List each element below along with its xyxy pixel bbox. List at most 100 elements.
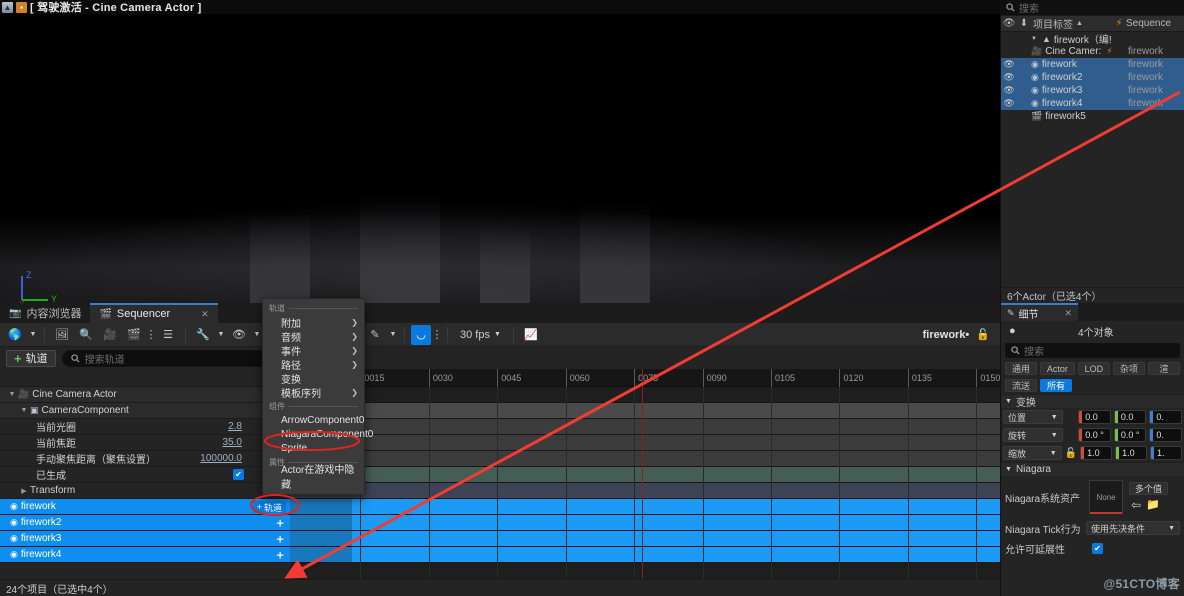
outliner-row[interactable]: ▼ ▲ firework（编! <box>1001 32 1184 47</box>
key-interp-icon[interactable]: ✎ <box>364 325 386 345</box>
transform-field-nz[interactable]: 0. <box>1149 410 1182 424</box>
outliner-row[interactable]: 👁 ◉ firework firework <box>1001 58 1184 71</box>
context-item-Sprite[interactable]: Sprite <box>263 441 364 455</box>
details-search-input[interactable]: 搜索 <box>1005 343 1180 358</box>
scalability-checkbox[interactable]: ✔ <box>1092 542 1103 554</box>
timeline-row[interactable] <box>290 435 1000 451</box>
chevron-down-icon[interactable]: ▼ <box>28 325 38 345</box>
transform-field-nx[interactable]: 1.0 <box>1080 446 1113 460</box>
context-item-模板序列[interactable]: 模板序列 ❯ <box>263 385 364 400</box>
add-track-context-menu[interactable]: 轨道 附加 ❯ 音频 ❯ 事件 ❯ 路径 ❯ 变换 模板序列 ❯ 组件 ArrowComponent0 Ni… <box>262 298 373 495</box>
viewport[interactable]: Z Y X <box>0 14 1000 303</box>
chevron-down-icon[interactable]: ▼ <box>216 325 226 345</box>
track-row-firework4[interactable]: ◉ firework4 + <box>0 547 290 563</box>
niagara-tick-row[interactable]: Niagara Tick行为 使用先决条件 ▼ <box>1001 518 1184 538</box>
timeline-row[interactable] <box>290 467 1000 483</box>
section-transform[interactable]: ▼ 变换 <box>1001 394 1184 409</box>
find-icon[interactable]: 🔍 <box>75 325 97 345</box>
more-icon[interactable]: ⋮ <box>432 325 443 345</box>
tab-Sequencer[interactable]: 🎬 Sequencer ✕ <box>90 303 218 323</box>
track-row-当前光圈[interactable]: 当前光圈2.8+ <box>0 419 290 435</box>
visibility-toggle-icon[interactable]: 👁 <box>1001 72 1017 83</box>
niagara-asset-row[interactable]: Niagara系统资产 None 多个值 ⇦ 📁 <box>1001 476 1184 518</box>
details-filter-渲[interactable]: 渲 <box>1148 362 1180 375</box>
outliner-row[interactable]: 👁 ◉ firework2 firework <box>1001 71 1184 84</box>
details-filter-row-2[interactable]: 流送 所有 <box>1001 377 1184 394</box>
close-icon[interactable]: ✕ <box>1065 308 1073 319</box>
track-search-input[interactable]: 搜索轨道 <box>61 349 272 367</box>
chevron-down-icon[interactable]: ▼ <box>1031 36 1037 42</box>
outliner-row[interactable]: 🎬 firework5 <box>1001 110 1184 123</box>
browse-icon[interactable]: 📁 <box>1146 498 1160 512</box>
context-item-音频[interactable]: 音频 ❯ <box>263 329 364 344</box>
chevron-icon[interactable]: ▼ <box>18 407 30 414</box>
outliner-row[interactable]: 👁 ◉ firework3 firework <box>1001 84 1184 97</box>
details-panel[interactable]: ✎ 细节 ✕ ● 4个对象 搜索 通用 Actor LOD 杂项渲 流送 所有 ▼ 变换… <box>1000 303 1184 596</box>
timeline-segment[interactable] <box>290 547 352 562</box>
magnet-icon[interactable]: ◡ <box>411 324 431 345</box>
transform-field-ny[interactable]: 0.0 <box>1113 410 1147 424</box>
add-track-button[interactable]: + 轨道 <box>6 349 56 367</box>
timeline-segment[interactable] <box>290 499 352 514</box>
chevron-down-icon[interactable]: ▼ <box>252 325 262 345</box>
outliner-row-list[interactable]: ▼ ▲ firework（编! 🎥 Cine Camer: ⚡ firework 👁 ◉ fire… <box>1001 32 1184 123</box>
ruler-tick[interactable]: 0075 <box>634 369 658 387</box>
timeline-ruler[interactable]: 0000001500300045006000750090010501200135… <box>290 369 1000 387</box>
transform-field-nx[interactable]: 0.0 ° <box>1078 428 1111 442</box>
track-outliner[interactable]: ▼ 🎥 Cine Camera Actor ▼ ▣ CameraComponent 当前光圈… <box>0 369 290 579</box>
ruler-tick[interactable]: 0030 <box>428 369 453 387</box>
playhead-end-marker[interactable] <box>642 369 643 579</box>
globe-icon[interactable]: 🌎 <box>4 325 26 345</box>
track-row-CameraComponent[interactable]: ▼ ▣ CameraComponent <box>0 403 290 419</box>
ruler-tick[interactable]: 0135 <box>907 369 932 387</box>
sequencer-filter-bar[interactable]: + 轨道 搜索轨道 ≣ <box>0 347 1000 369</box>
more-icon[interactable]: ⋮ <box>146 325 157 345</box>
context-item-ArrowComponent0[interactable]: ArrowComponent0 <box>263 413 364 427</box>
actions-icon[interactable]: ☰ <box>157 325 179 345</box>
curve-editor-icon[interactable]: 📈 <box>520 325 542 345</box>
track-row-value[interactable]: 100000.0 <box>200 453 242 464</box>
chevron-down-icon[interactable]: ▼ <box>388 325 398 345</box>
track-row-firework3[interactable]: ◉ firework3 + <box>0 531 290 547</box>
context-item-路径[interactable]: 路径 ❯ <box>263 357 364 372</box>
add-track-pill[interactable]: + 轨道 <box>252 501 286 513</box>
transform-field-nx[interactable]: 0.0 <box>1078 410 1111 424</box>
niagara-tick-combo[interactable]: 使用先决条件 ▼ <box>1086 521 1180 535</box>
transform-field-nz[interactable]: 1. <box>1150 446 1182 460</box>
timeline-row[interactable] <box>290 387 1000 403</box>
wrench-icon[interactable]: 🔧 <box>192 325 214 345</box>
chevron-icon[interactable]: ▼ <box>6 391 18 398</box>
track-row-checkbox[interactable]: ✔ <box>233 469 244 480</box>
transform-field-ny[interactable]: 1.0 <box>1115 446 1148 460</box>
column-sequence-header[interactable]: Sequence <box>1126 16 1184 31</box>
niagara-asset-thumbnail[interactable]: None <box>1089 480 1123 514</box>
timeline-row[interactable] <box>290 531 1000 547</box>
timeline-segment[interactable] <box>290 515 352 530</box>
close-icon[interactable]: ✕ <box>201 309 209 320</box>
transform-rows[interactable]: 位置 ▼ 0.0 0.0 0. 旋转 ▼ 0.0 ° 0.0 ° 0. 缩放 ▼ 🔓 1.0 1.0 1. <box>1001 408 1184 462</box>
transform-combo[interactable]: 缩放 ▼ <box>1003 446 1062 460</box>
ruler-tick[interactable]: 0150 <box>976 369 1000 387</box>
details-filter-通用[interactable]: 通用 <box>1005 362 1037 375</box>
eye-icon[interactable]: 👁 <box>228 325 250 345</box>
ruler-tick[interactable]: 0045 <box>497 369 521 387</box>
render-movie-icon[interactable]: 🎬 <box>123 325 145 345</box>
timeline-area[interactable]: 0000001500300045006000750090010501200135… <box>290 369 1000 579</box>
ruler-tick[interactable]: 0120 <box>839 369 863 387</box>
section-niagara[interactable]: ▼ Niagara <box>1001 462 1184 476</box>
outliner-row[interactable]: 👁 ◉ firework4 firework <box>1001 97 1184 110</box>
tab-details[interactable]: ✎ 细节 ✕ <box>1001 303 1079 321</box>
add-track-row-button[interactable]: + <box>276 548 284 561</box>
track-row-value[interactable]: 35.0 <box>223 437 242 448</box>
timeline-segment[interactable] <box>290 531 352 546</box>
ruler-tick[interactable]: 0060 <box>565 369 590 387</box>
track-row-value[interactable]: 2.8 <box>228 421 242 432</box>
column-label-header[interactable]: 项目标签 <box>1033 16 1073 31</box>
details-filter-LOD[interactable]: LOD <box>1077 362 1110 375</box>
track-row-Transform[interactable]: ▶Transform+ <box>0 483 290 499</box>
timeline-row[interactable] <box>290 515 1000 531</box>
add-track-row-button[interactable]: + <box>276 532 284 545</box>
ruler-tick[interactable]: 0105 <box>771 369 795 387</box>
timeline-row-list[interactable] <box>290 387 1000 563</box>
context-item-附加[interactable]: 附加 ❯ <box>263 315 364 330</box>
